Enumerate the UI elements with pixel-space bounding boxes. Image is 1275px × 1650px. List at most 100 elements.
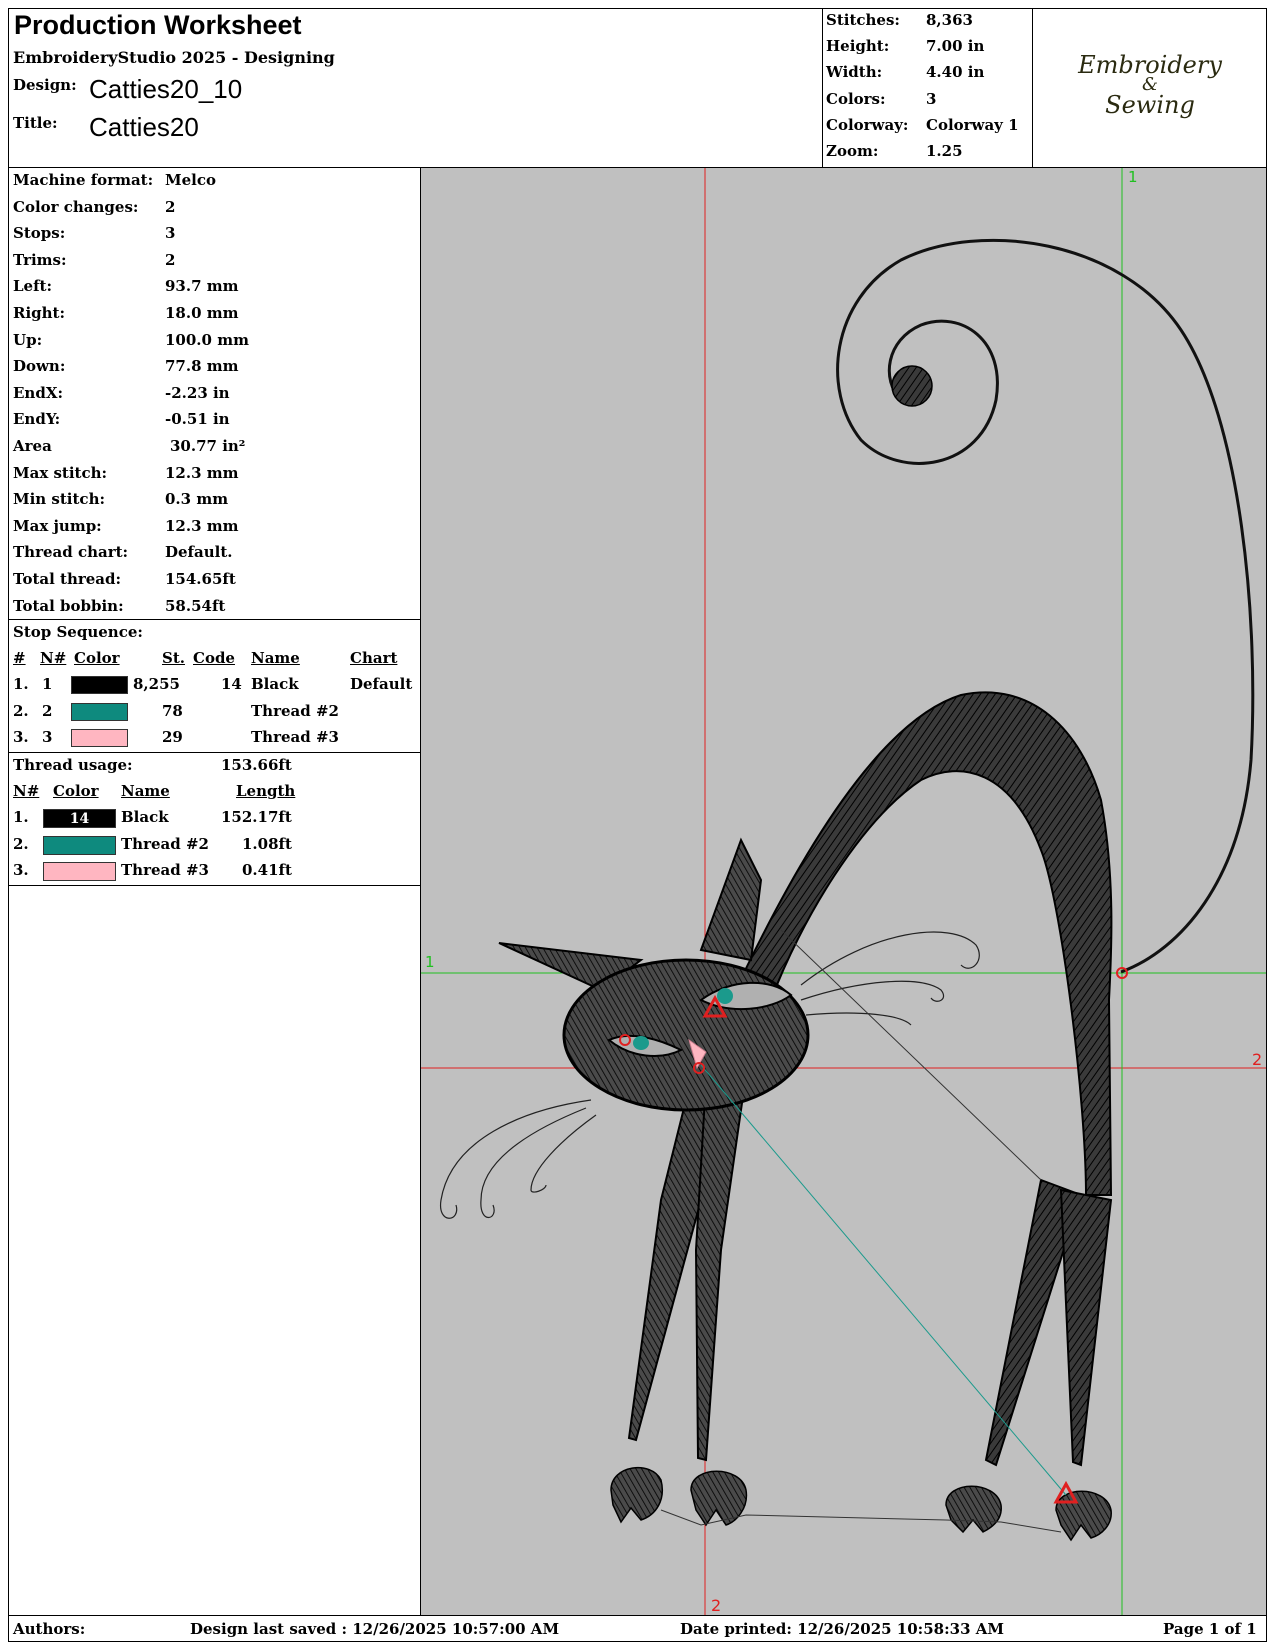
detail-value: Melco [165,171,216,189]
detail-value: 0.3 mm [165,490,229,509]
stop-col-header: Chart [350,649,398,667]
stop-row-swatch [71,676,128,694]
summary-label: Stitches: [826,11,900,29]
stop-row-n: 1 [42,675,53,693]
logo-line3: Sewing [1105,91,1195,119]
stop-row-num: 1. [13,675,29,693]
title-label: Title: [13,114,58,132]
stop-row-name: Thread #2 [251,701,339,720]
cat-ear-right [699,837,763,962]
usage-row-length: 1.08ft [242,834,292,853]
usage-row-name: Black [121,808,169,826]
detail-label: Stops: [13,224,66,243]
detail-value: 18.0 mm [165,304,239,322]
stop-col-header: Color [74,649,120,667]
stop-col-header: St. [162,649,185,667]
usage-row-length: 152.17ft [221,808,292,826]
detail-value: 77.8 mm [165,357,239,376]
usage-col-header: Length [236,782,296,800]
stop-row-num: 2. [13,701,29,720]
cat-embroidery-design [421,168,1266,1615]
design-value: Catties20_10 [89,74,243,104]
detail-value: 30.77 in² [170,437,246,455]
detail-value: -0.51 in [165,410,230,429]
title-value: Catties20 [89,112,199,142]
worksheet-title: Production Worksheet [14,10,302,40]
usage-col-header: Name [121,782,170,800]
cat-pupil-right [717,988,733,1004]
stop-row-name: Black [251,675,299,693]
usage-row-swatch [43,862,116,881]
summary-label: Height: [826,37,890,56]
stop-row-swatch [71,702,128,721]
stop-row-n: 2 [42,701,53,720]
stop-col-header: Code [193,649,235,667]
paw-1 [610,1466,663,1524]
detail-value: 3 [165,224,176,243]
cat-body [729,691,1113,1196]
software-name: EmbroideryStudio 2025 - Designing [13,48,335,67]
detail-value: 93.7 mm [165,277,239,296]
notes-area [8,885,421,1616]
detail-value: 100.0 mm [165,330,249,349]
detail-label: Right: [13,304,66,322]
detail-value: 154.65ft [165,570,236,588]
footer-printed: Date printed: 12/26/2025 10:58:33 AM [680,1620,1004,1638]
footer-page: Page 1 of 1 [1163,1620,1257,1638]
detail-value: 2 [165,197,176,216]
stop-row-stitches: 29 [162,728,183,746]
design-label: Design: [13,76,77,94]
stop-col-header: N# [40,649,67,667]
summary-label: Width: [826,63,883,82]
paw-4 [1055,1490,1112,1542]
cat-head [562,958,810,1112]
usage-row-swatch [43,835,116,855]
detail-value: 12.3 mm [165,516,239,535]
detail-label: EndY: [13,410,61,429]
detail-label: Color changes: [13,197,139,216]
jump-stitch-dark [780,929,1042,1181]
summary-value: 4.40 in [926,63,985,82]
cat-pupil-left [633,1036,649,1050]
usage-row-num: 2. [13,834,29,853]
marker-2-right: 2 [1252,1050,1263,1069]
usage-col-header: Color [53,782,99,800]
tail-tip [891,365,933,407]
stop-row-swatch [71,729,128,747]
summary-value: Colorway 1 [926,115,1019,134]
usage-row-num: 1. [13,808,29,826]
usage-row-length: 0.41ft [242,861,292,879]
marker-1-left: 1 [425,953,435,971]
logo-line2: & [1141,74,1159,95]
stop-row-chart: Default [350,675,413,693]
detail-value: Default. [165,543,233,562]
detail-label: Down: [13,357,66,376]
stop-row-code: 14 [221,675,242,693]
detail-value: 12.3 mm [165,463,239,482]
marker-1-top: 1 [1128,168,1138,186]
stop-row-num: 3. [13,728,29,746]
summary-value: 1.25 [926,142,963,160]
footer-authors: Authors: [13,1620,86,1638]
usage-col-header: N# [13,782,40,800]
thread-usage-heading: Thread usage: [13,756,133,774]
detail-label: EndX: [13,383,64,402]
whiskers-left [440,1099,597,1219]
detail-label: Up: [13,330,43,349]
usage-row-name: Thread #2 [121,834,209,853]
cat-front-leg-2 [694,1073,748,1462]
detail-value: -2.23 in [165,383,230,402]
summary-label: Colorway: [826,115,909,134]
thread-usage-total: 153.66ft [221,756,292,774]
detail-label: Total bobbin: [13,596,124,615]
detail-label: Left: [13,277,53,296]
summary-label: Zoom: [826,142,879,160]
usage-row-num: 3. [13,861,29,879]
detail-label: Machine format: [13,171,154,189]
paw-3 [945,1485,1002,1534]
detail-label: Total thread: [13,570,122,588]
summary-label: Colors: [826,89,886,108]
footer-saved: Design last saved : 12/26/2025 10:57:00 … [190,1620,560,1638]
detail-label: Max stitch: [13,463,108,482]
jump-stitch-teal [700,1064,1067,1496]
